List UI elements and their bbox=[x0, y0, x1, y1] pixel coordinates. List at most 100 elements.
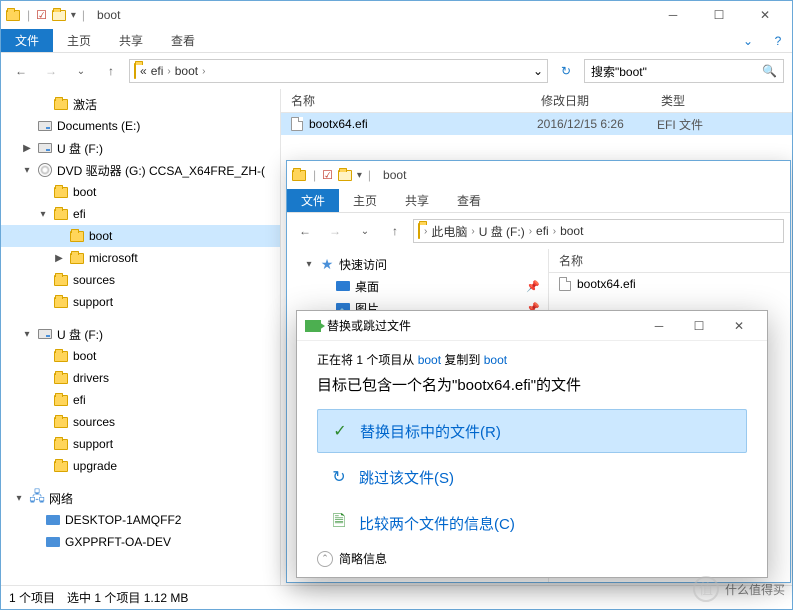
refresh-button[interactable]: ↻ bbox=[554, 59, 578, 83]
bc-efi[interactable]: efi bbox=[536, 224, 549, 238]
src-link[interactable]: boot bbox=[418, 353, 441, 367]
chevron-right-icon[interactable]: › bbox=[202, 66, 205, 77]
file-row[interactable]: bootx64.efi 2016/12/15 6:26 EFI 文件 bbox=[281, 113, 792, 135]
expand-icon[interactable]: ▾ bbox=[21, 329, 33, 340]
tree-item[interactable]: sources bbox=[1, 269, 280, 291]
tree-item[interactable]: sources bbox=[1, 411, 280, 433]
tree-item[interactable]: upgrade bbox=[1, 455, 280, 477]
recent-dropdown-icon[interactable]: ⌄ bbox=[353, 219, 377, 243]
titlebar[interactable]: | ☑ ▾ | boot ─ ☐ ✕ bbox=[1, 1, 792, 29]
tree-item[interactable]: ▾🖧网络 bbox=[1, 487, 280, 509]
breadcrumb[interactable]: › 此电脑 › U 盘 (F:) › efi › boot bbox=[413, 219, 784, 243]
chevron-right-icon[interactable]: › bbox=[471, 226, 474, 237]
search-input[interactable]: 搜索"boot" 🔍 bbox=[584, 59, 784, 83]
forward-button[interactable]: → bbox=[323, 219, 347, 243]
col-date[interactable]: 修改日期 bbox=[531, 92, 651, 109]
expand-icon[interactable]: ▶ bbox=[21, 143, 33, 154]
option-compare[interactable]: 🗎 比较两个文件的信息(C) bbox=[317, 501, 747, 545]
check-icon: ☑ bbox=[322, 168, 333, 182]
tab-file[interactable]: 文件 bbox=[1, 29, 53, 52]
tab-home[interactable]: 主页 bbox=[339, 189, 391, 212]
dropdown-icon[interactable]: ⌄ bbox=[533, 64, 543, 78]
dst-link[interactable]: boot bbox=[484, 353, 507, 367]
tree-item[interactable]: efi bbox=[1, 389, 280, 411]
tree-label: boot bbox=[73, 185, 96, 199]
tree-item[interactable]: ▶microsoft bbox=[1, 247, 280, 269]
back-button[interactable]: ← bbox=[9, 59, 33, 83]
option-skip[interactable]: ↻ 跳过该文件(S) bbox=[317, 455, 747, 499]
window-title: boot bbox=[97, 8, 120, 22]
tree-item[interactable]: 激活 bbox=[1, 93, 280, 115]
tree-item[interactable]: DESKTOP-1AMQFF2 bbox=[1, 509, 280, 531]
maximize-button[interactable]: ☐ bbox=[679, 312, 719, 340]
tree-item[interactable]: ▾★快速访问 bbox=[287, 253, 548, 275]
tree-label: U 盘 (F:) bbox=[57, 326, 103, 343]
dialog-titlebar[interactable]: 替换或跳过文件 ─ ☐ ✕ bbox=[297, 311, 767, 341]
breadcrumb[interactable]: « efi › boot › ⌄ bbox=[129, 59, 548, 83]
back-button[interactable]: ← bbox=[293, 219, 317, 243]
chevron-right-icon[interactable]: › bbox=[553, 226, 556, 237]
col-type[interactable]: 类型 bbox=[651, 92, 751, 109]
search-icon[interactable]: 🔍 bbox=[762, 64, 777, 78]
col-name[interactable]: 名称 bbox=[549, 252, 749, 269]
ribbon-expand-icon[interactable]: ⌄ bbox=[732, 29, 764, 52]
bc-prefix[interactable]: « bbox=[140, 64, 147, 78]
tree-item[interactable]: boot bbox=[1, 345, 280, 367]
option-replace[interactable]: ✓ 替换目标中的文件(R) bbox=[317, 409, 747, 453]
tree-item[interactable]: boot bbox=[1, 225, 280, 247]
help-icon[interactable]: ? bbox=[764, 29, 792, 52]
expand-icon[interactable]: ▾ bbox=[13, 493, 25, 504]
tree-item[interactable]: support bbox=[1, 433, 280, 455]
expand-icon[interactable]: ▶ bbox=[53, 253, 65, 264]
more-details[interactable]: ⌃ 简略信息 bbox=[317, 550, 387, 567]
minimize-button[interactable]: ─ bbox=[650, 1, 696, 29]
bc-boot[interactable]: boot bbox=[560, 224, 583, 238]
pc-icon bbox=[45, 534, 61, 550]
qat-overflow-icon[interactable]: ▾ bbox=[357, 170, 362, 181]
watermark: 值 什么值得买 bbox=[693, 576, 785, 602]
expand-icon[interactable]: ▾ bbox=[303, 259, 315, 270]
close-button[interactable]: ✕ bbox=[719, 312, 759, 340]
tree-item[interactable]: ▶U 盘 (F:) bbox=[1, 137, 280, 159]
tree-item[interactable]: ▾ U 盘 (F:) bbox=[1, 323, 280, 345]
watermark-logo-icon: 值 bbox=[693, 576, 719, 602]
file-row[interactable]: bootx64.efi bbox=[549, 273, 790, 295]
chevron-right-icon[interactable]: › bbox=[529, 226, 532, 237]
tree-item[interactable]: 桌面📌 bbox=[287, 275, 548, 297]
bc-efi[interactable]: efi bbox=[151, 64, 164, 78]
forward-button[interactable]: → bbox=[39, 59, 63, 83]
nav-tree[interactable]: 激活Documents (E:)▶U 盘 (F:)▾DVD 驱动器 (G:) C… bbox=[1, 89, 281, 585]
tree-item[interactable]: ▾efi bbox=[1, 203, 280, 225]
bc-boot[interactable]: boot bbox=[175, 64, 198, 78]
dialog-info: 正在将 1 个项目从 boot 复制到 boot bbox=[317, 351, 747, 368]
tab-view[interactable]: 查看 bbox=[157, 29, 209, 52]
bc-drive[interactable]: U 盘 (F:) bbox=[479, 223, 525, 240]
tab-home[interactable]: 主页 bbox=[53, 29, 105, 52]
check-icon: ✓ bbox=[330, 421, 350, 441]
expand-icon[interactable]: ▾ bbox=[37, 209, 49, 220]
tree-item[interactable]: support bbox=[1, 291, 280, 313]
tab-file[interactable]: 文件 bbox=[287, 189, 339, 212]
chevron-right-icon[interactable]: › bbox=[424, 226, 427, 237]
recent-dropdown-icon[interactable]: ⌄ bbox=[69, 59, 93, 83]
expand-icon[interactable]: ▾ bbox=[21, 165, 33, 176]
col-name[interactable]: 名称 bbox=[281, 92, 531, 109]
tree-item[interactable]: ▾DVD 驱动器 (G:) CCSA_X64FRE_ZH-( bbox=[1, 159, 280, 181]
close-button[interactable]: ✕ bbox=[742, 1, 788, 29]
chevron-right-icon[interactable]: › bbox=[167, 66, 170, 77]
tab-share[interactable]: 共享 bbox=[391, 189, 443, 212]
titlebar[interactable]: | ☑ ▾ | boot bbox=[287, 161, 790, 189]
up-button[interactable]: ↑ bbox=[383, 219, 407, 243]
up-button[interactable]: ↑ bbox=[99, 59, 123, 83]
qat-overflow-icon[interactable]: ▾ bbox=[71, 10, 76, 21]
tab-share[interactable]: 共享 bbox=[105, 29, 157, 52]
tree-item[interactable]: GXPPRFT-OA-DEV bbox=[1, 531, 280, 553]
pin-icon: 📌 bbox=[526, 280, 540, 293]
maximize-button[interactable]: ☐ bbox=[696, 1, 742, 29]
tree-item[interactable]: boot bbox=[1, 181, 280, 203]
minimize-button[interactable]: ─ bbox=[639, 312, 679, 340]
bc-pc[interactable]: 此电脑 bbox=[431, 223, 467, 240]
tab-view[interactable]: 查看 bbox=[443, 189, 495, 212]
tree-item[interactable]: drivers bbox=[1, 367, 280, 389]
tree-item[interactable]: Documents (E:) bbox=[1, 115, 280, 137]
